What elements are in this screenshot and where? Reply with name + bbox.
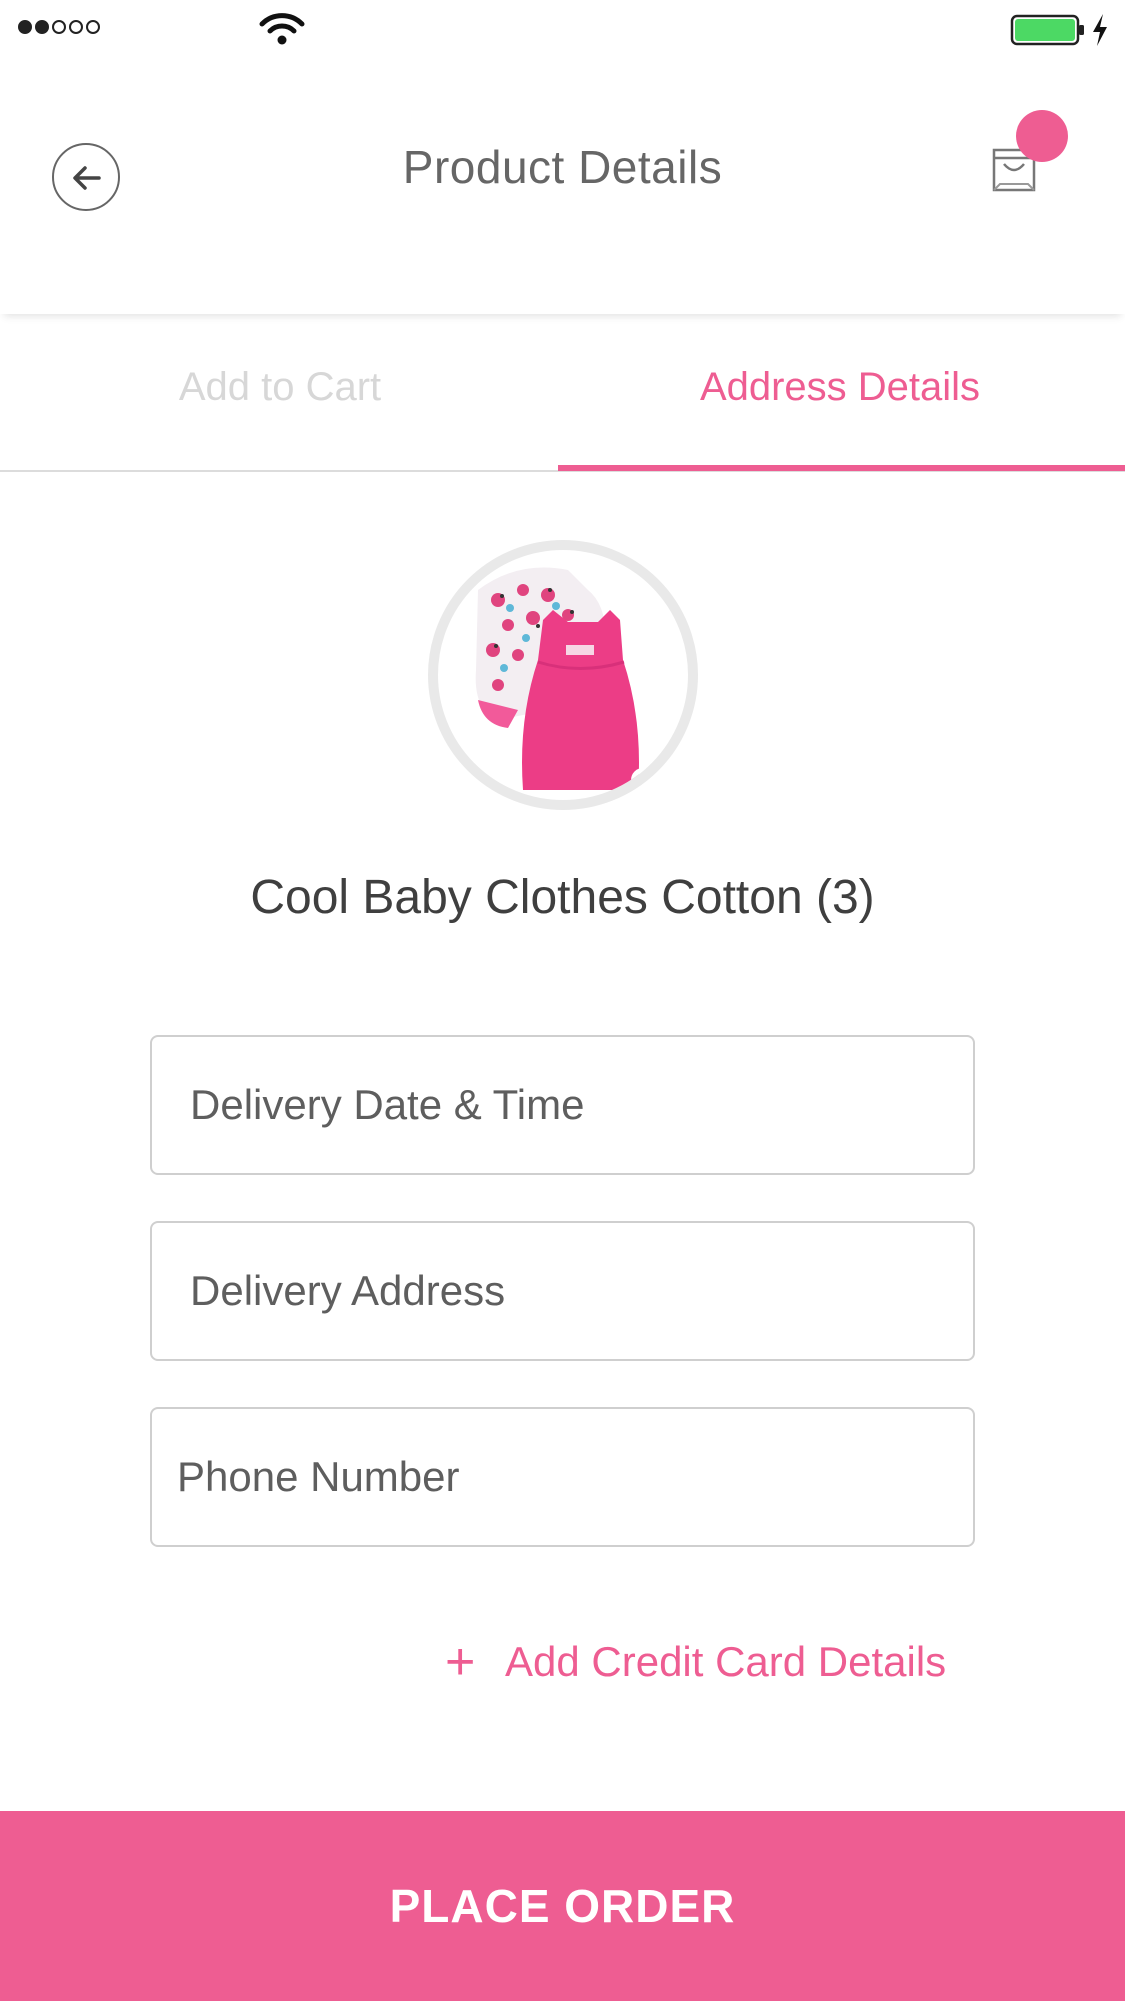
signal-dot [69, 20, 83, 34]
delivery-datetime-field[interactable]: Delivery Date & Time [150, 1035, 975, 1175]
signal-dot [86, 20, 100, 34]
place-order-label: PLACE ORDER [389, 1880, 736, 1932]
plus-icon: + [445, 1633, 476, 1691]
product-name: Cool Baby Clothes Cotton (3) [250, 871, 875, 924]
place-order-button[interactable]: PLACE ORDER [0, 1811, 1125, 2001]
delivery-address-field[interactable]: Delivery Address [150, 1221, 975, 1361]
signal-strength-indicator [18, 20, 100, 34]
tab-address-details[interactable]: Address Details [560, 365, 1120, 410]
add-credit-card-button[interactable]: + Add Credit Card Details [445, 1636, 946, 1688]
signal-dot [18, 20, 32, 34]
tab-add-to-cart[interactable]: Add to Cart [0, 365, 560, 410]
active-tab-indicator [558, 465, 1125, 471]
signal-dot [35, 20, 49, 34]
battery-icon [1010, 14, 1086, 51]
delivery-address-placeholder: Delivery Address [190, 1267, 506, 1314]
signal-dot [52, 20, 66, 34]
charging-icon [1090, 14, 1110, 51]
page-title: Product Details [402, 141, 723, 193]
phone-number-field[interactable]: Phone Number [150, 1407, 975, 1547]
delivery-datetime-placeholder: Delivery Date & Time [190, 1081, 585, 1128]
cart-badge [1016, 110, 1068, 162]
product-image [428, 540, 698, 810]
wifi-icon [258, 12, 306, 51]
phone-number-placeholder: Phone Number [177, 1453, 460, 1500]
add-credit-card-label: Add Credit Card Details [505, 1638, 947, 1685]
